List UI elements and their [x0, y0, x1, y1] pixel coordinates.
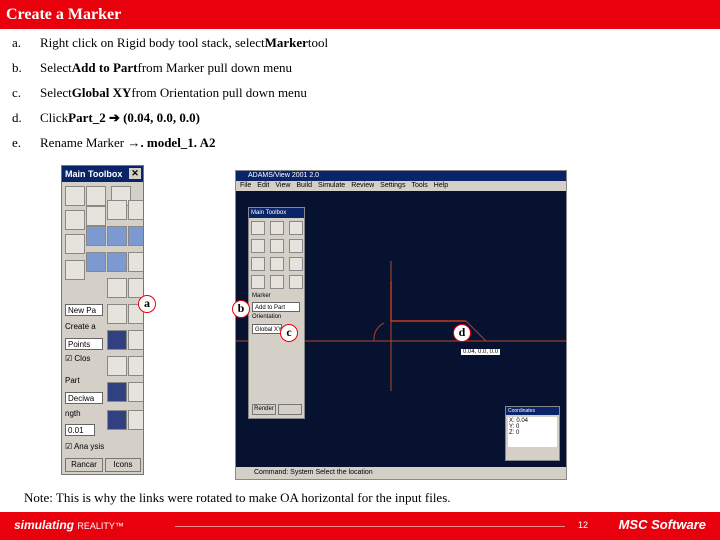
add-to-part-dropdown[interactable]: Add to Part: [252, 302, 300, 312]
step-b: b. Select Add to Part from Marker pull do…: [12, 60, 293, 75]
embedded-toolbox-titlebar: Main Toolbox: [249, 208, 304, 218]
joint-tool[interactable]: [289, 239, 303, 253]
link-tool[interactable]: [270, 221, 284, 235]
chamfer-tool[interactable]: [128, 330, 143, 350]
instruction-list: a. Right click on Rigid body tool stack, …: [12, 36, 712, 161]
sphere-tool[interactable]: [86, 226, 106, 246]
marker-tool[interactable]: [128, 278, 143, 298]
point-tool[interactable]: [107, 278, 127, 298]
coordinates-titlebar: Coordinates: [506, 407, 559, 415]
coordinates-panel: X: 0.04 Y: 0 Z: 0: [508, 417, 557, 447]
torus-tool[interactable]: [128, 226, 143, 246]
note-text: Note: This is why the links were rotated…: [24, 490, 451, 505]
select-arrow-tool[interactable]: [65, 186, 85, 206]
rename-button[interactable]: Rancar: [65, 458, 103, 472]
menu-tools[interactable]: Tools: [411, 181, 427, 191]
merge-tool[interactable]: [128, 382, 143, 402]
footer-brand: simulating REALITY™: [14, 518, 124, 532]
force-tool[interactable]: [270, 257, 284, 271]
union-tool[interactable]: [107, 382, 127, 402]
footer-bar: simulating REALITY™ 12 MSC Software: [0, 512, 720, 540]
revolution-tool[interactable]: [107, 252, 127, 272]
step-c: c. Select Global XY from Orientation pull…: [12, 85, 307, 100]
menu-settings[interactable]: Settings: [380, 181, 405, 191]
render-tool[interactable]: [251, 275, 265, 289]
menu-file[interactable]: File: [240, 181, 251, 191]
cylinder-tool[interactable]: [128, 200, 143, 220]
footer-divider: [175, 526, 565, 527]
rotate-tool[interactable]: [251, 257, 265, 271]
closed-checkbox[interactable]: ☑ Clos: [65, 354, 90, 363]
frustum-tool[interactable]: [107, 226, 127, 246]
rotate-tool[interactable]: [65, 234, 85, 254]
icons-button[interactable]: Icons: [105, 458, 141, 472]
subtract-tool[interactable]: [128, 410, 143, 430]
msc-logo: MSC Software: [618, 517, 706, 532]
menu-help[interactable]: Help: [434, 181, 448, 191]
menu-view[interactable]: View: [275, 181, 290, 191]
callout-c: c: [280, 324, 298, 342]
spline-tool[interactable]: [107, 304, 127, 324]
undo-tool[interactable]: [65, 210, 85, 230]
menu-edit[interactable]: Edit: [257, 181, 269, 191]
type-field[interactable]: Deciwa: [65, 392, 103, 404]
menu-build[interactable]: Build: [296, 181, 312, 191]
split-tool[interactable]: [107, 410, 127, 430]
secondary-button[interactable]: [278, 404, 302, 415]
adams-titlebar: ADAMS/View 2001 2.0: [236, 171, 566, 181]
length-label: ngth: [65, 409, 81, 418]
step-a: a. Right click on Rigid body tool stack, …: [12, 35, 329, 50]
main-toolbox-window: Main Toolbox ✕ New Pa Create a Points ☑ C…: [61, 165, 144, 475]
motion-tool[interactable]: [289, 257, 303, 271]
rigid-body-tool[interactable]: [270, 239, 284, 253]
box-tool[interactable]: [107, 200, 127, 220]
callout-d: d: [453, 324, 471, 342]
new-part-field[interactable]: New Pa: [65, 304, 103, 316]
menu-simulate[interactable]: Simulate: [318, 181, 345, 191]
status-bar: Command: System Select the location: [236, 467, 566, 479]
page-number: 12: [578, 520, 589, 530]
length-field[interactable]: 0.01: [65, 424, 95, 436]
arc-mark: [373, 322, 385, 342]
rigid-link-tool[interactable]: [86, 206, 106, 226]
render-button[interactable]: Render: [252, 404, 276, 415]
extrusion-tool[interactable]: [86, 252, 106, 272]
main-toolbox-titlebar: Main Toolbox ✕: [62, 166, 143, 182]
callout-a: a: [138, 295, 156, 313]
select-arrow-tool[interactable]: [251, 221, 265, 235]
analysis-checkbox[interactable]: ☑ Ana ysis: [65, 442, 104, 451]
callout-b: b: [232, 300, 250, 318]
step-d: d. Click Part_2 ➔ (0.04, 0.0, 0.0): [12, 110, 201, 125]
global-xy-dropdown[interactable]: Global XY: [252, 324, 282, 334]
menu-review[interactable]: Review: [351, 181, 374, 191]
coord-z: Z: 0: [509, 430, 520, 436]
point-tool[interactable]: [289, 275, 303, 289]
undo-tool[interactable]: [251, 239, 265, 253]
embedded-toolbox: Main Toolbox Marker Add to Part Orientat…: [248, 207, 305, 419]
create-label: Create a: [65, 322, 96, 331]
slide-title: Create a Marker: [0, 0, 720, 29]
points-field[interactable]: Points: [65, 338, 103, 350]
orientation-label: Orientation: [252, 314, 282, 320]
hole-tool[interactable]: [107, 356, 127, 376]
fillet-tool[interactable]: [107, 330, 127, 350]
boss-tool[interactable]: [128, 356, 143, 376]
close-icon[interactable]: ✕: [129, 168, 141, 179]
adams-menubar: File Edit View Build Simulate Review Set…: [236, 181, 566, 191]
render-tool[interactable]: [65, 260, 85, 280]
link-tool[interactable]: [86, 186, 106, 206]
part-label: Part: [65, 376, 80, 385]
marker-label: Marker: [252, 293, 271, 299]
coordinates-window: Coordinates X: 0.04 Y: 0 Z: 0: [505, 406, 560, 461]
point-readout: 0.04, 0.0, 0.0: [461, 349, 501, 355]
plate-tool[interactable]: [128, 252, 143, 272]
step-e: e. Rename Marker → . model_1. A2: [12, 135, 216, 150]
zoom-tool[interactable]: [289, 221, 303, 235]
marker-tool[interactable]: [270, 275, 284, 289]
link-body: [390, 281, 466, 322]
